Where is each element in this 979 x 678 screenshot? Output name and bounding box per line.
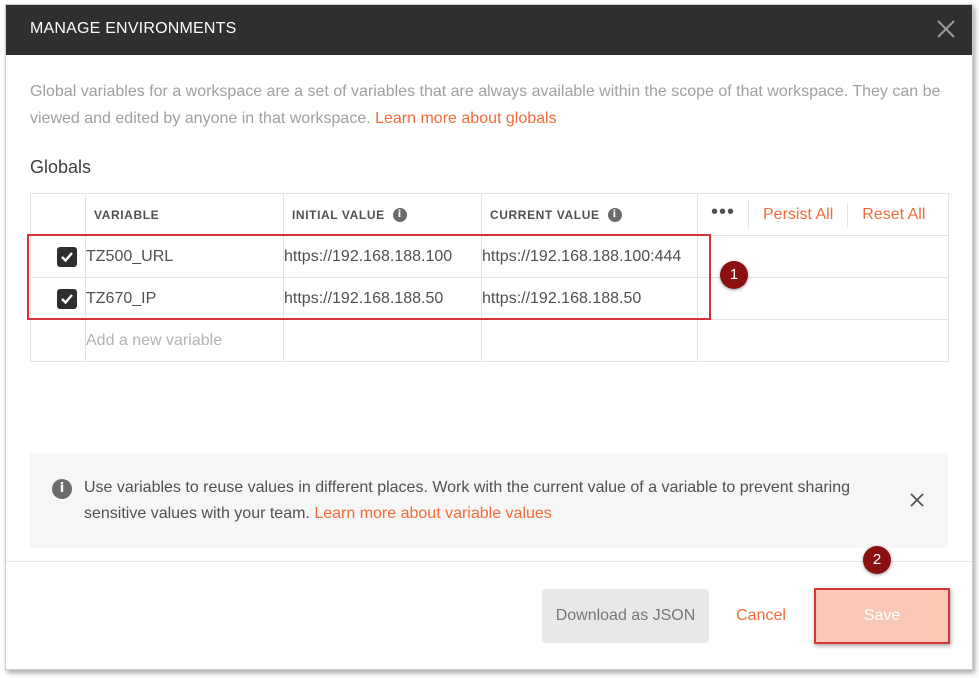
variables-notice: i Use variables to reuse values in diffe… — [30, 453, 948, 548]
dialog-title: MANAGE ENVIRONMENTS — [30, 20, 237, 37]
more-options-icon[interactable]: ••• — [699, 201, 749, 228]
variable-name-cell[interactable]: TZ500_URL — [85, 235, 284, 278]
persist-all-button[interactable]: Persist All — [749, 206, 847, 224]
current-value-cell[interactable]: https://192.168.188.100:444 — [481, 235, 698, 278]
cancel-button[interactable]: Cancel — [724, 589, 798, 643]
save-button[interactable]: Save — [814, 588, 950, 644]
learn-more-globals-link[interactable]: Learn more about globals — [375, 110, 556, 127]
checkbox-header — [30, 193, 86, 236]
current-value-header-label: CURRENT VALUE — [490, 207, 600, 222]
table-row: TZ500_URL https://192.168.188.100 https:… — [30, 235, 949, 278]
current-value-column-header: CURRENT VALUE i — [481, 193, 698, 236]
enabled-checkbox[interactable] — [57, 246, 77, 267]
initial-value-column-header: INITIAL VALUE i — [283, 193, 482, 236]
row-checkbox-cell — [30, 277, 86, 320]
globals-heading: Globals — [30, 157, 92, 177]
close-icon[interactable] — [934, 17, 958, 41]
learn-more-variable-values-link[interactable]: Learn more about variable values — [314, 505, 551, 522]
table-row: TZ670_IP https://192.168.188.50 https://… — [30, 277, 949, 320]
initial-value-cell[interactable]: https://192.168.188.100 — [283, 235, 482, 278]
annotation-badge-2: 2 — [863, 546, 891, 574]
new-variable-row: Add a new variable — [30, 319, 949, 362]
initial-value-header-label: INITIAL VALUE — [292, 207, 385, 222]
intro-text: Global variables for a workspace are a s… — [30, 78, 945, 132]
annotation-badge-1: 1 — [720, 261, 748, 289]
notice-text: Use variables to reuse values in differe… — [84, 475, 884, 527]
initial-value-cell[interactable]: https://192.168.188.50 — [283, 277, 482, 320]
row-actions-cell — [697, 319, 949, 362]
variable-header-label: VARIABLE — [94, 207, 160, 222]
download-json-button[interactable]: Download as JSON — [542, 589, 709, 643]
enabled-checkbox[interactable] — [57, 288, 77, 309]
dialog-titlebar: MANAGE ENVIRONMENTS — [6, 5, 972, 55]
footer-divider — [6, 561, 972, 562]
new-variable-input[interactable]: Add a new variable — [85, 319, 284, 362]
actions-header: ••• Persist All Reset All — [697, 193, 949, 236]
info-icon: i — [52, 479, 72, 499]
reset-all-button[interactable]: Reset All — [848, 206, 939, 224]
close-icon[interactable] — [910, 493, 924, 507]
variable-name-cell[interactable]: TZ670_IP — [85, 277, 284, 320]
info-icon[interactable]: i — [392, 207, 407, 222]
table-header-row: VARIABLE INITIAL VALUE i CURRENT VALUE i •… — [30, 193, 949, 236]
globals-table: VARIABLE INITIAL VALUE i CURRENT VALUE i •… — [30, 193, 949, 362]
new-current-value-cell[interactable] — [481, 319, 698, 362]
info-icon[interactable]: i — [607, 207, 622, 222]
variable-column-header: VARIABLE — [85, 193, 284, 236]
row-checkbox-cell — [30, 319, 86, 362]
manage-environments-dialog: MANAGE ENVIRONMENTS Global variables for… — [5, 4, 973, 670]
row-checkbox-cell — [30, 235, 86, 278]
current-value-cell[interactable]: https://192.168.188.50 — [481, 277, 698, 320]
new-initial-value-cell[interactable] — [283, 319, 482, 362]
